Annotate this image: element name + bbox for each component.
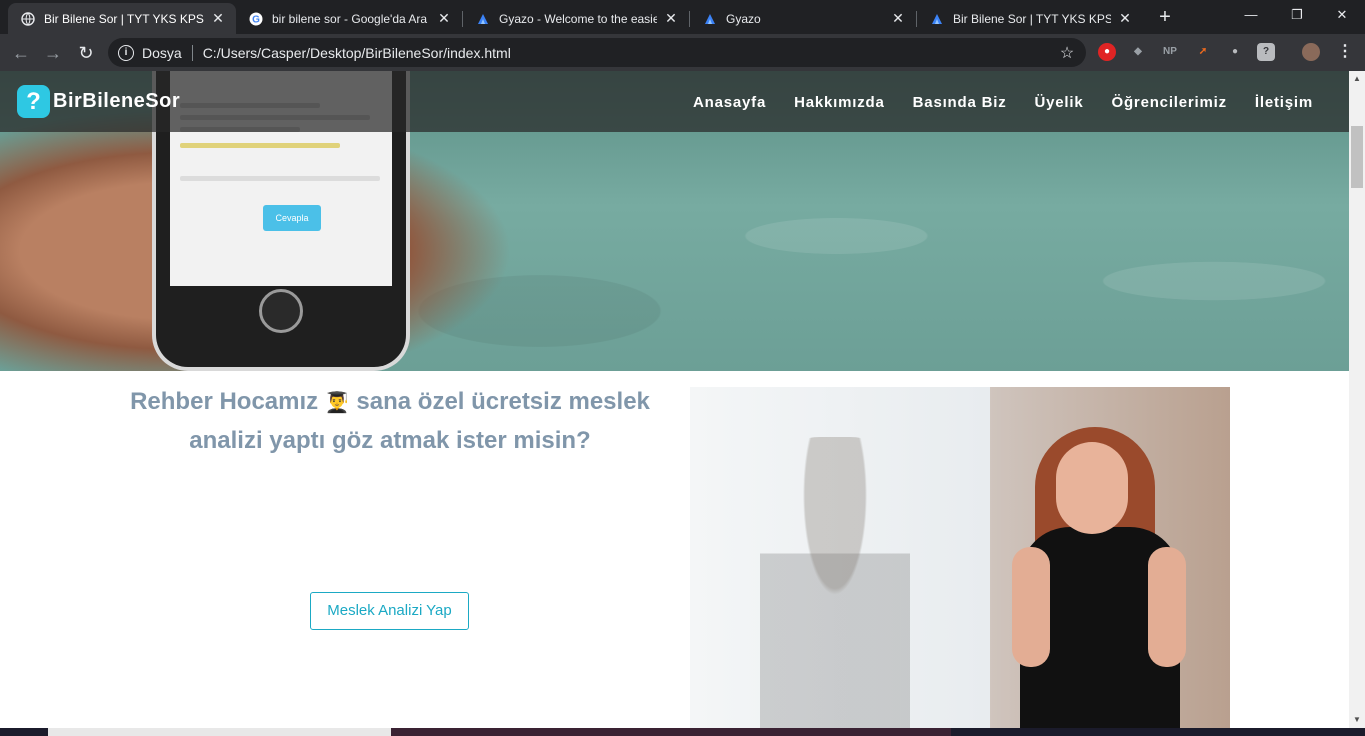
scroll-thumb[interactable] <box>1351 126 1363 188</box>
tab-birbilenesor-2[interactable]: Bir Bilene Sor | TYT YKS KPSS A ✕ <box>917 3 1143 34</box>
close-tab-icon[interactable]: ✕ <box>890 10 906 27</box>
nav-ogrencilerimiz[interactable]: Öğrencilerimiz <box>1112 94 1227 111</box>
person-arm-left <box>1012 547 1050 667</box>
shield-icon[interactable]: ◆ <box>1129 43 1147 61</box>
headline-part-1: Rehber Hocamız <box>130 388 319 415</box>
url-text[interactable]: C:/Users/Casper/Desktop/BirBileneSor/ind… <box>203 45 1054 61</box>
phone-home-button <box>259 289 303 333</box>
career-analysis-button[interactable]: Meslek Analizi Yap <box>310 592 469 630</box>
reload-icon[interactable]: ↻ <box>73 40 99 66</box>
guidance-headline: Rehber Hocamız 👨‍🎓 sana özel ücretsiz me… <box>130 383 650 459</box>
minimize-button[interactable]: — <box>1228 0 1274 30</box>
site-logo[interactable]: ? BirBileneSor <box>17 85 180 118</box>
globe-icon <box>20 11 36 27</box>
back-arrow-icon[interactable]: ← <box>8 40 34 66</box>
nav-anasayfa[interactable]: Anasayfa <box>693 94 766 111</box>
tab-google-search[interactable]: G bir bilene sor - Google'da Ara ✕ <box>236 3 462 34</box>
page-scrollbar[interactable]: ▲ ▼ <box>1349 71 1365 728</box>
omnibox-divider <box>191 44 193 61</box>
graduation-cap-icon: 👨‍🎓 <box>324 392 350 414</box>
tab-title: Gyazo - Welcome to the easies <box>499 11 657 26</box>
scroll-up-arrow-icon[interactable]: ▲ <box>1349 71 1365 87</box>
close-window-button[interactable]: ✕ <box>1319 0 1365 30</box>
nav-hakkimizda[interactable]: Hakkımızda <box>794 94 885 111</box>
gyazo-icon <box>702 11 718 27</box>
gyazo-icon <box>475 11 491 27</box>
tab-gyazo[interactable]: Gyazo ✕ <box>690 3 916 34</box>
google-icon: G <box>248 11 264 27</box>
main-menu: Anasayfa Hakkımızda Basında Biz Üyelik Ö… <box>693 94 1313 111</box>
tab-title: bir bilene sor - Google'da Ara <box>272 11 428 26</box>
info-icon[interactable]: i <box>118 44 134 61</box>
person-arm-right <box>1148 547 1186 667</box>
discord-icon[interactable]: ● <box>1226 43 1244 61</box>
tab-birbilenesor[interactable]: Bir Bilene Sor | TYT YKS KPSS A ✕ <box>8 3 236 34</box>
question-mark-logo-icon: ? <box>17 85 50 118</box>
restore-button[interactable]: ❐ <box>1274 0 1320 30</box>
os-taskbar <box>0 728 1365 736</box>
arrow-extension-icon[interactable]: ➚ <box>1194 43 1212 61</box>
nav-iletisim[interactable]: İletişim <box>1255 94 1313 111</box>
site-navbar: ? BirBileneSor Anasayfa Hakkımızda Basın… <box>0 71 1349 132</box>
close-tab-icon[interactable]: ✕ <box>663 10 679 27</box>
ublock-icon[interactable]: ● <box>1098 43 1116 61</box>
bookmark-star-icon[interactable]: ☆ <box>1054 43 1080 63</box>
phone-answer-button: Cevapla <box>263 205 321 231</box>
scroll-down-arrow-icon[interactable]: ▼ <box>1349 712 1365 728</box>
browser-toolbar: ← → ↻ i Dosya C:/Users/Casper/Desktop/Bi… <box>0 34 1365 71</box>
close-tab-icon[interactable]: ✕ <box>436 10 452 27</box>
taskbar-apps[interactable] <box>391 728 951 736</box>
new-tab-button[interactable]: + <box>1154 6 1176 28</box>
tab-title: Bir Bilene Sor | TYT YKS KPSS A <box>953 11 1111 26</box>
forward-arrow-icon[interactable]: → <box>40 40 66 66</box>
gyazo-icon <box>929 11 945 27</box>
taskbar-search[interactable] <box>48 728 391 736</box>
close-tab-icon[interactable]: ✕ <box>210 10 226 27</box>
teacher-photo <box>690 387 1230 728</box>
profile-avatar[interactable] <box>1302 43 1320 61</box>
tab-title: Gyazo <box>726 11 761 26</box>
file-scheme-label: Dosya <box>142 44 182 61</box>
nav-basinda-biz[interactable]: Basında Biz <box>913 94 1007 111</box>
address-bar[interactable]: i Dosya C:/Users/Casper/Desktop/BirBilen… <box>108 38 1086 67</box>
question-shield-icon[interactable]: ? <box>1257 43 1275 61</box>
reflection-figure <box>760 437 910 728</box>
person-face <box>1056 442 1128 534</box>
svg-text:G: G <box>252 14 260 25</box>
close-tab-icon[interactable]: ✕ <box>1117 10 1133 27</box>
brand-name: BirBileneSor <box>53 90 181 112</box>
tab-gyazo-welcome[interactable]: Gyazo - Welcome to the easies ✕ <box>463 3 689 34</box>
chrome-menu-icon[interactable]: ⋮ <box>1336 43 1354 61</box>
tab-title: Bir Bilene Sor | TYT YKS KPSS A <box>44 11 204 26</box>
tab-strip: Bir Bilene Sor | TYT YKS KPSS A ✕ G bir … <box>0 0 1365 34</box>
nav-uyelik[interactable]: Üyelik <box>1035 94 1084 111</box>
np-extension-icon[interactable]: NP <box>1161 43 1179 61</box>
